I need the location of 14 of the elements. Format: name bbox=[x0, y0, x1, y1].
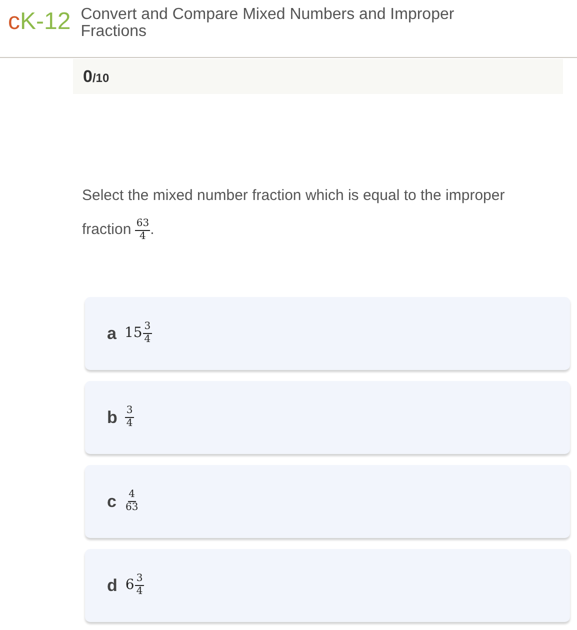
option-whole: 15 bbox=[124, 324, 142, 343]
logo: cK-12 bbox=[8, 8, 71, 36]
lesson-title: Convert and Compare Mixed Numbers and Improper Fractions bbox=[80, 6, 456, 40]
score-value: 0 bbox=[83, 66, 92, 88]
option-fraction: 3 4 bbox=[125, 405, 134, 430]
option-letter: b bbox=[107, 406, 118, 429]
option-fraction: 3 4 bbox=[143, 321, 152, 346]
option-whole: 6 bbox=[125, 576, 134, 595]
score-total: /10 bbox=[92, 70, 110, 87]
option-letter: d bbox=[107, 574, 118, 597]
option-letter: c bbox=[107, 490, 116, 513]
option-fraction: 4 63 bbox=[124, 489, 140, 514]
option-letter: a bbox=[107, 322, 116, 345]
option-fraction: 3 4 bbox=[135, 573, 144, 598]
